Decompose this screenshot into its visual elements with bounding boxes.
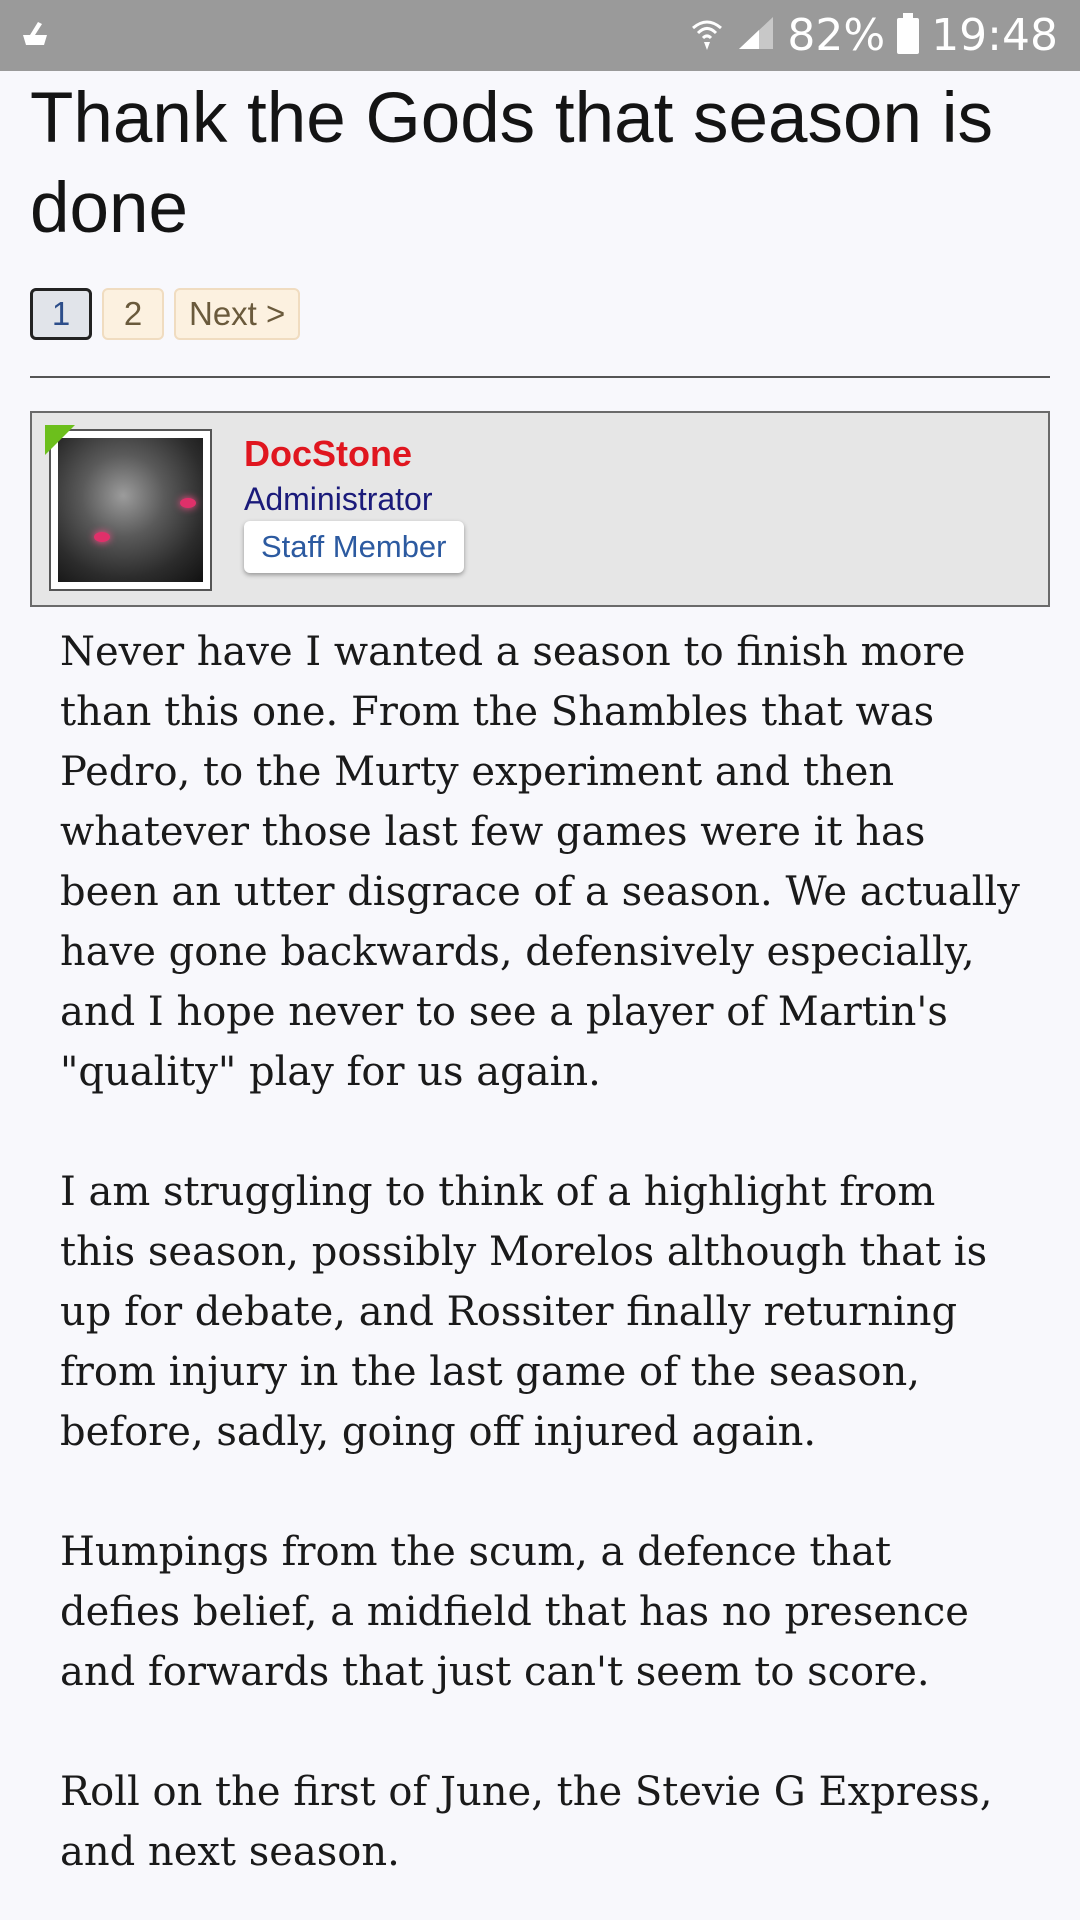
next-page-button[interactable]: Next > [174, 288, 301, 340]
post-paragraph: Humpings from the scum, a defence that d… [60, 1529, 969, 1695]
avatar-image [58, 438, 203, 582]
post-paragraph: Roll on the first of June, the Stevie G … [60, 1769, 993, 1875]
divider [30, 376, 1050, 378]
pagination: 1 2 Next > [30, 288, 301, 340]
clock: 19:48 [931, 10, 1058, 61]
post-paragraph: I am struggling to think of a highlight … [60, 1169, 988, 1455]
page-title: Thank the Gods that season is done [30, 79, 994, 248]
cleaner-notification-icon [20, 19, 50, 52]
status-bar: 82% 19:48 [0, 0, 1080, 71]
post-body: Never have I wanted a season to finish m… [60, 622, 1020, 1920]
post-paragraph: Never have I wanted a season to finish m… [60, 629, 1020, 1095]
battery-percent: 82% [787, 10, 886, 61]
battery-icon [897, 12, 920, 54]
page-2-button[interactable]: 2 [102, 288, 164, 340]
post-author-card: DocStone Administrator Staff Member [30, 411, 1050, 607]
signal-icon [737, 15, 775, 56]
wifi-icon [689, 15, 725, 56]
staff-member-badge: Staff Member [244, 521, 464, 573]
username-link[interactable]: DocStone [244, 433, 412, 475]
online-indicator-icon [45, 425, 75, 455]
user-role: Administrator [244, 481, 433, 517]
page-1-button[interactable]: 1 [30, 288, 92, 340]
